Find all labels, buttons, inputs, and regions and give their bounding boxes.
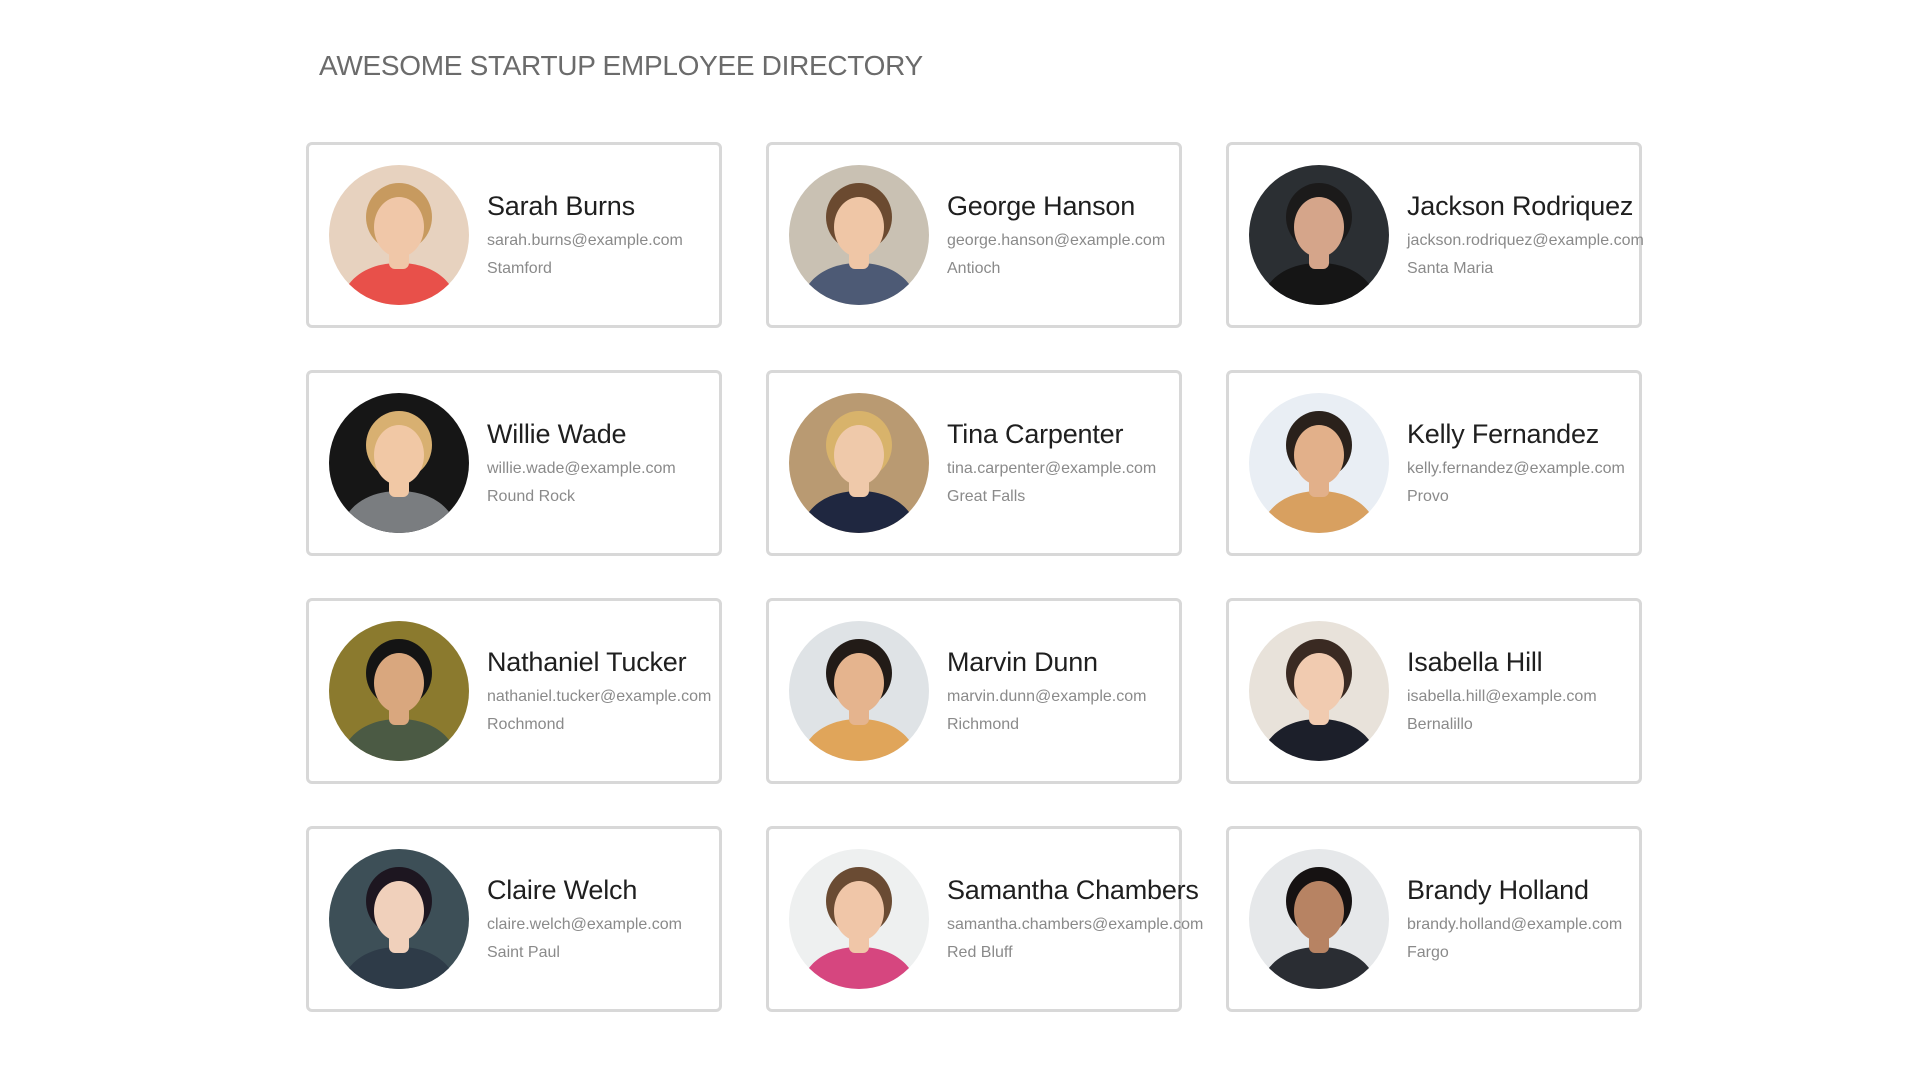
employee-info: Brandy Holland brandy.holland@example.co… <box>1407 873 1622 963</box>
employee-card[interactable]: Willie Wade willie.wade@example.com Roun… <box>306 370 722 556</box>
employee-email: tina.carpenter@example.com <box>947 460 1157 477</box>
employee-card[interactable]: Jackson Rodriquez jackson.rodriquez@exam… <box>1226 142 1644 328</box>
avatar-photo <box>789 165 929 305</box>
avatar <box>789 393 929 533</box>
employee-email: sarah.burns@example.com <box>487 232 683 249</box>
employee-city: Stamford <box>487 260 552 277</box>
employee-card[interactable]: Samantha Chambers samantha.chambers@exam… <box>766 826 1203 1012</box>
employee-info: Nathaniel Tucker nathaniel.tucker@exampl… <box>487 645 711 735</box>
employee-city: Saint Paul <box>487 944 560 961</box>
employee-card[interactable]: Isabella Hill isabella.hill@example.com … <box>1226 598 1642 784</box>
avatar-photo <box>789 849 929 989</box>
employee-city: Red Bluff <box>947 944 1013 961</box>
employee-info: Sarah Burns sarah.burns@example.com Stam… <box>487 189 683 279</box>
employee-city: Santa Maria <box>1407 260 1494 277</box>
employee-email: willie.wade@example.com <box>487 460 676 477</box>
avatar <box>789 621 929 761</box>
employee-email: brandy.holland@example.com <box>1407 916 1623 933</box>
avatar-photo <box>1249 621 1389 761</box>
employee-name: Tina Carpenter <box>947 419 1124 449</box>
employee-email: isabella.hill@example.com <box>1407 688 1597 705</box>
employee-info: Claire Welch claire.welch@example.com Sa… <box>487 873 682 963</box>
employee-name: Sarah Burns <box>487 191 635 221</box>
employee-city: Richmond <box>947 716 1020 733</box>
employee-email: samantha.chambers@example.com <box>947 916 1204 933</box>
employee-name: Claire Welch <box>487 875 638 905</box>
employee-card[interactable]: Brandy Holland brandy.holland@example.co… <box>1226 826 1642 1012</box>
employee-card[interactable]: George Hanson george.hanson@example.com … <box>766 142 1182 328</box>
avatar-photo <box>329 621 469 761</box>
employee-city: Bernalillo <box>1407 716 1473 733</box>
avatar-photo <box>789 393 929 533</box>
avatar-photo <box>329 849 469 989</box>
employee-email: jackson.rodriquez@example.com <box>1407 232 1644 249</box>
employee-name: Willie Wade <box>487 419 627 449</box>
employee-info: Marvin Dunn marvin.dunn@example.com Rich… <box>947 645 1146 735</box>
employee-email: kelly.fernandez@example.com <box>1407 460 1625 477</box>
employee-email: claire.welch@example.com <box>487 916 682 933</box>
employee-info: Willie Wade willie.wade@example.com Roun… <box>487 417 676 507</box>
employee-info: Isabella Hill isabella.hill@example.com … <box>1407 645 1597 735</box>
avatar-photo <box>329 393 469 533</box>
employee-city: Fargo <box>1407 944 1449 961</box>
employee-grid: Sarah Burns sarah.burns@example.com Stam… <box>306 142 1644 1012</box>
employee-card[interactable]: Tina Carpenter tina.carpenter@example.co… <box>766 370 1182 556</box>
employee-city: Round Rock <box>487 488 576 505</box>
employee-info: Tina Carpenter tina.carpenter@example.co… <box>947 417 1156 507</box>
employee-name: Jackson Rodriquez <box>1407 191 1634 221</box>
employee-info: Samantha Chambers samantha.chambers@exam… <box>947 873 1203 963</box>
avatar <box>329 621 469 761</box>
avatar <box>329 393 469 533</box>
employee-city: Rochmond <box>487 716 565 733</box>
employee-name: Kelly Fernandez <box>1407 419 1600 449</box>
avatar <box>789 849 929 989</box>
avatar-photo <box>789 621 929 761</box>
avatar-photo <box>329 165 469 305</box>
avatar-photo <box>1249 393 1389 533</box>
employee-email: marvin.dunn@example.com <box>947 688 1147 705</box>
employee-email: nathaniel.tucker@example.com <box>487 688 712 705</box>
employee-city: Provo <box>1407 488 1449 505</box>
avatar <box>329 165 469 305</box>
employee-info: George Hanson george.hanson@example.com … <box>947 189 1165 279</box>
employee-city: Great Falls <box>947 488 1026 505</box>
employee-card[interactable]: Claire Welch claire.welch@example.com Sa… <box>306 826 722 1012</box>
employee-card[interactable]: Kelly Fernandez kelly.fernandez@example.… <box>1226 370 1642 556</box>
avatar <box>1249 165 1389 305</box>
employee-email: george.hanson@example.com <box>947 232 1166 249</box>
employee-name: Brandy Holland <box>1407 875 1589 905</box>
avatar <box>789 165 929 305</box>
employee-name: Isabella Hill <box>1407 647 1543 677</box>
employee-name: Nathaniel Tucker <box>487 647 687 677</box>
employee-name: Marvin Dunn <box>947 647 1098 677</box>
avatar-photo <box>1249 165 1389 305</box>
employee-directory-page: AWESOME STARTUP EMPLOYEE DIRECTORY Sarah… <box>0 0 1920 1080</box>
avatar <box>329 849 469 989</box>
avatar <box>1249 621 1389 761</box>
employee-name: George Hanson <box>947 191 1136 221</box>
page-title: AWESOME STARTUP EMPLOYEE DIRECTORY <box>319 50 923 81</box>
employee-card[interactable]: Nathaniel Tucker nathaniel.tucker@exampl… <box>306 598 722 784</box>
employee-name: Samantha Chambers <box>947 875 1199 905</box>
employee-city: Antioch <box>947 260 1001 277</box>
avatar <box>1249 393 1389 533</box>
avatar-photo <box>1249 849 1389 989</box>
employee-info: Kelly Fernandez kelly.fernandez@example.… <box>1407 417 1625 507</box>
employee-card[interactable]: Marvin Dunn marvin.dunn@example.com Rich… <box>766 598 1182 784</box>
avatar <box>1249 849 1389 989</box>
employee-info: Jackson Rodriquez jackson.rodriquez@exam… <box>1407 189 1644 279</box>
employee-card[interactable]: Sarah Burns sarah.burns@example.com Stam… <box>306 142 722 328</box>
